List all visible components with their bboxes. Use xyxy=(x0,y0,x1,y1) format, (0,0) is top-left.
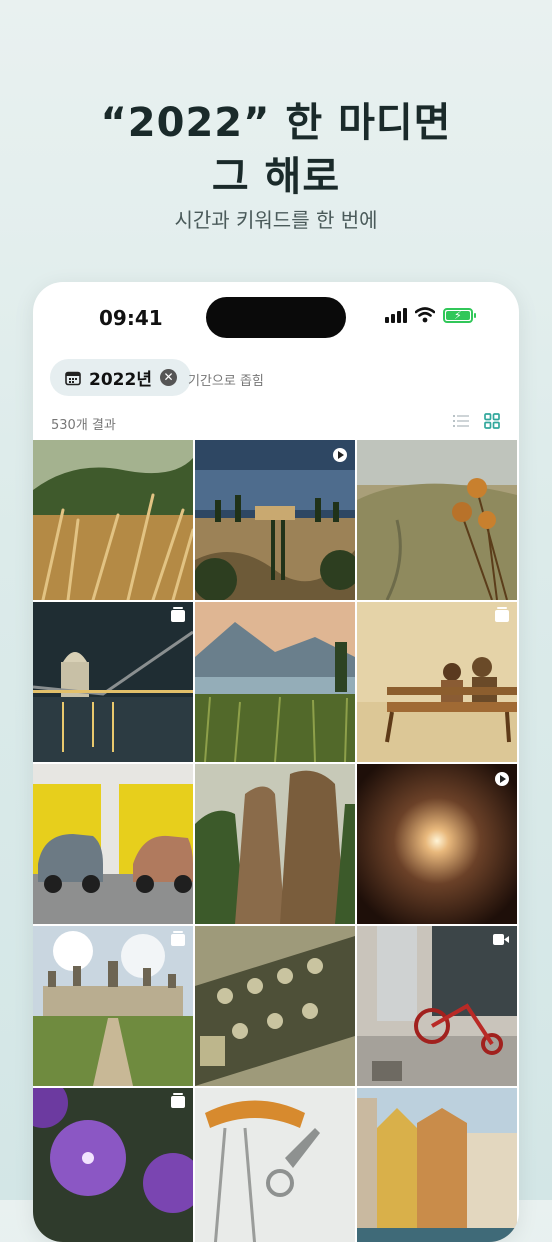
photo-thistle-valley[interactable] xyxy=(357,440,517,600)
photo-scissors-yarn[interactable] xyxy=(195,1088,355,1242)
photo-canal-houses[interactable] xyxy=(357,1088,517,1242)
photo-tuscany-villa[interactable] xyxy=(195,440,355,600)
photo-chateau[interactable] xyxy=(33,926,193,1086)
results-count: 530개 결과 xyxy=(51,418,116,433)
promo-headline: “2022” 한 마디면 그 해로 xyxy=(0,96,552,204)
dynamic-island xyxy=(206,297,346,338)
promo-headline-line1: “2022” 한 마디면 xyxy=(100,100,452,146)
battery-charging-icon: ⚡ xyxy=(443,307,476,323)
video-camera-icon xyxy=(493,934,509,945)
photo-wheat-field[interactable] xyxy=(33,440,193,600)
photo-red-tricycle[interactable] xyxy=(357,926,517,1086)
photo-couple-bench[interactable] xyxy=(357,602,517,762)
calendar-icon xyxy=(65,371,81,385)
status-icons: ⚡ xyxy=(385,307,476,323)
status-time: 09:41 xyxy=(99,306,163,330)
photo-london-night[interactable] xyxy=(33,602,193,762)
video-play-icon xyxy=(495,772,509,786)
date-filter-chip[interactable]: 2022년 ✕ xyxy=(50,359,191,396)
album-stack-icon xyxy=(171,607,185,622)
photo-rock-cliffs[interactable] xyxy=(195,764,355,924)
wifi-icon xyxy=(415,307,435,323)
photo-tunnel-light[interactable] xyxy=(357,764,517,924)
photo-guitar-head[interactable] xyxy=(195,926,355,1086)
list-view-icon[interactable] xyxy=(453,413,469,429)
clear-filter-icon[interactable]: ✕ xyxy=(159,369,177,386)
phone-frame: 09:41 ⚡ 2022년 ✕ 기간으로 좁힘 530개 결과 xyxy=(33,282,519,1242)
cellular-signal-icon xyxy=(385,307,407,323)
photo-vintage-cars[interactable] xyxy=(33,764,193,924)
video-play-icon xyxy=(333,448,347,462)
promo-headline-line2: 그 해로 xyxy=(211,154,341,200)
date-filter-chip-label: 2022년 xyxy=(89,370,152,390)
album-stack-icon xyxy=(171,931,185,946)
album-stack-icon xyxy=(171,1093,185,1108)
collapse-by-period-label: 기간으로 좁힘 xyxy=(188,374,264,389)
grid-view-icon[interactable] xyxy=(484,413,500,429)
photo-purple-flowers[interactable] xyxy=(33,1088,193,1242)
promo-subtitle: 시간과 키워드를 한 번에 xyxy=(174,208,378,232)
photo-lake-reeds[interactable] xyxy=(195,602,355,762)
album-stack-icon xyxy=(495,607,509,622)
